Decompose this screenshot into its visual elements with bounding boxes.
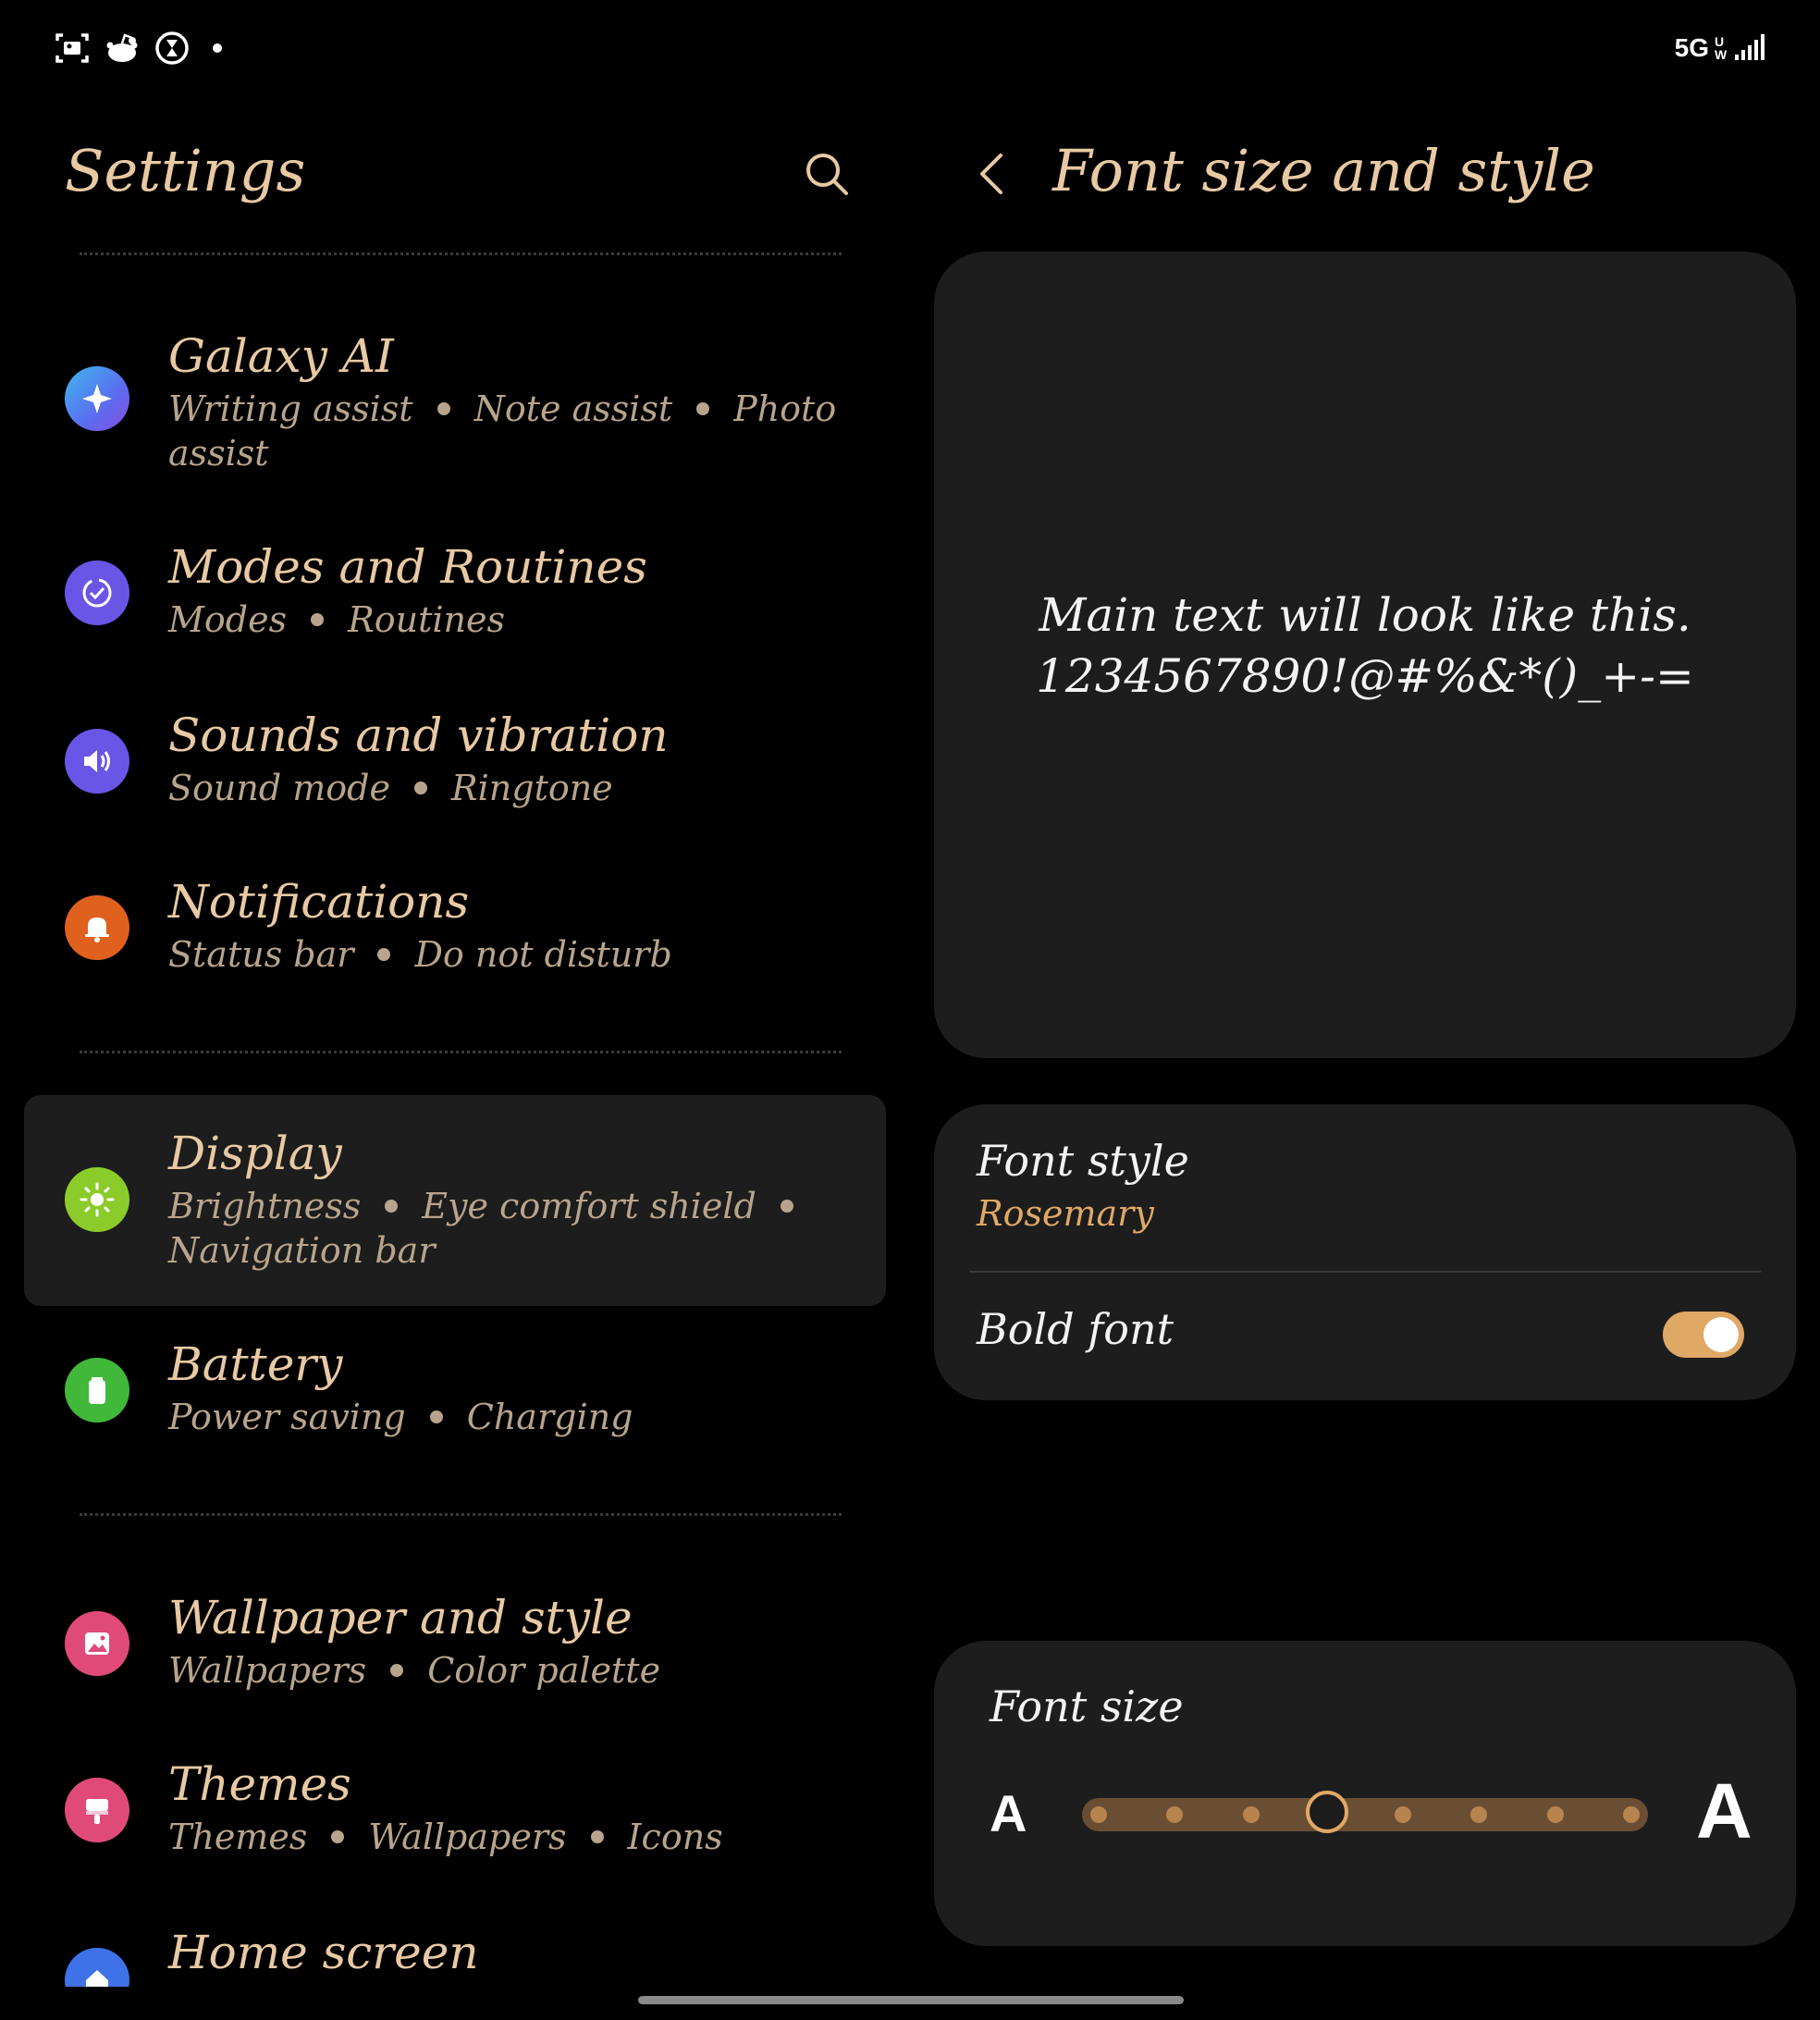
network-sub: UW (1715, 34, 1728, 62)
font-style-label: Font style (977, 1136, 1189, 1186)
page-title: Font size and style (1052, 137, 1595, 204)
settings-item-themes[interactable]: Themes Themes Wallpapers Icons (24, 1744, 886, 1874)
item-subtitle: Sound mode Ringtone (168, 768, 613, 808)
search-icon[interactable] (801, 148, 853, 200)
status-bar-right: 5G UW (1675, 28, 1766, 68)
slider-tick (1166, 1806, 1184, 1823)
bold-font-label: Bold font (977, 1304, 1174, 1354)
item-subtitle: Status bar Do not disturb (168, 934, 672, 975)
settings-item-home-screen[interactable]: Home screen (24, 1915, 886, 1987)
brush-icon (65, 1778, 129, 1842)
bold-font-toggle[interactable] (1663, 1312, 1744, 1358)
font-style-value: Rosemary (977, 1193, 1154, 1234)
item-subtitle: Writing assist Note assist Photo assist (168, 388, 837, 474)
item-title: Sounds and vibration (168, 708, 669, 762)
font-preview-card: Main text will look like this. 123456789… (934, 252, 1796, 1058)
item-title: Display (168, 1127, 342, 1180)
network-type: 5G (1674, 33, 1709, 62)
bell-icon (65, 895, 129, 960)
settings-item-modes-routines[interactable]: Modes and Routines Modes Routines (24, 527, 886, 657)
home-icon (65, 1948, 129, 1987)
settings-title: Settings (65, 137, 306, 204)
settings-item-wallpaper-style[interactable]: Wallpaper and style Wallpapers Color pale… (24, 1578, 886, 1707)
item-title: Themes (168, 1757, 351, 1811)
settings-item-display[interactable]: Display Brightness Eye comfort shield Navi… (24, 1095, 886, 1306)
slider-tick (1546, 1806, 1564, 1823)
font-options-card: Font style Rosemary Bold font (934, 1104, 1796, 1400)
status-bar-left (54, 28, 222, 68)
item-title: Battery (168, 1337, 343, 1391)
reddit-icon (106, 33, 138, 62)
gesture-nav-handle[interactable] (638, 1996, 1184, 2004)
item-subtitle: Power saving Charging (168, 1397, 633, 1437)
item-subtitle: Modes Routines (168, 599, 505, 640)
item-title: Modes and Routines (168, 540, 647, 594)
slider-tick (1242, 1806, 1260, 1823)
signal-icon (1735, 34, 1765, 60)
settings-item-galaxy-ai[interactable]: Galaxy AI Writing assist Note assist Photo… (24, 314, 886, 490)
settings-item-battery[interactable]: Battery Power saving Charging (24, 1324, 886, 1454)
sun-icon (65, 1167, 129, 1232)
sparkle-icon (65, 366, 129, 431)
settings-item-sounds-vibration[interactable]: Sounds and vibration Sound mode Ringtone (24, 696, 886, 825)
image-icon (65, 1611, 129, 1676)
font-size-label: Font size (990, 1681, 1184, 1731)
preview-line-2: 1234567890!@#%&*()_+-= (1036, 649, 1694, 703)
divider (80, 1513, 842, 1516)
divider (80, 1051, 842, 1053)
slider-tick (1470, 1806, 1488, 1823)
font-size-slider[interactable] (1082, 1791, 1648, 1833)
notification-dot-icon (213, 43, 222, 53)
item-subtitle: Themes Wallpapers Icons (168, 1817, 723, 1857)
item-subtitle: Wallpapers Color palette (168, 1650, 661, 1691)
preview-line-1: Main text will look like this. (1039, 588, 1691, 642)
check-circle-icon (65, 560, 129, 625)
item-subtitle: Brightness Eye comfort shield Navigation b… (168, 1184, 853, 1273)
volume-icon (65, 729, 129, 794)
font-style-row[interactable]: Font style Rosemary (934, 1104, 1796, 1271)
slider-tick (1090, 1806, 1107, 1823)
item-title: Galaxy AI (168, 329, 394, 383)
screen: 5G UW Settings Galaxy AI Writing assist N… (0, 0, 1820, 2020)
slider-thumb[interactable] (1305, 1791, 1348, 1833)
divider (80, 252, 842, 255)
item-title: Home screen (168, 1926, 479, 1979)
screenshot-icon (55, 33, 89, 63)
battery-icon (65, 1358, 129, 1423)
settings-item-notifications[interactable]: Notifications Status bar Do not disturb (24, 862, 886, 992)
toggle-knob (1703, 1317, 1739, 1352)
hourglass-icon (155, 31, 189, 65)
slider-tick (1395, 1806, 1412, 1823)
item-title: Wallpaper and style (168, 1591, 633, 1644)
back-arrow-icon[interactable] (973, 148, 1010, 200)
divider (969, 1271, 1761, 1273)
preview-text: Main text will look like this. 123456789… (934, 585, 1796, 707)
font-size-small-glyph: A (990, 1784, 1027, 1842)
font-size-card: Font size A A (934, 1641, 1796, 1946)
item-title: Notifications (168, 875, 470, 929)
slider-tick (1623, 1806, 1640, 1823)
font-size-large-glyph: A (1696, 1768, 1752, 1854)
